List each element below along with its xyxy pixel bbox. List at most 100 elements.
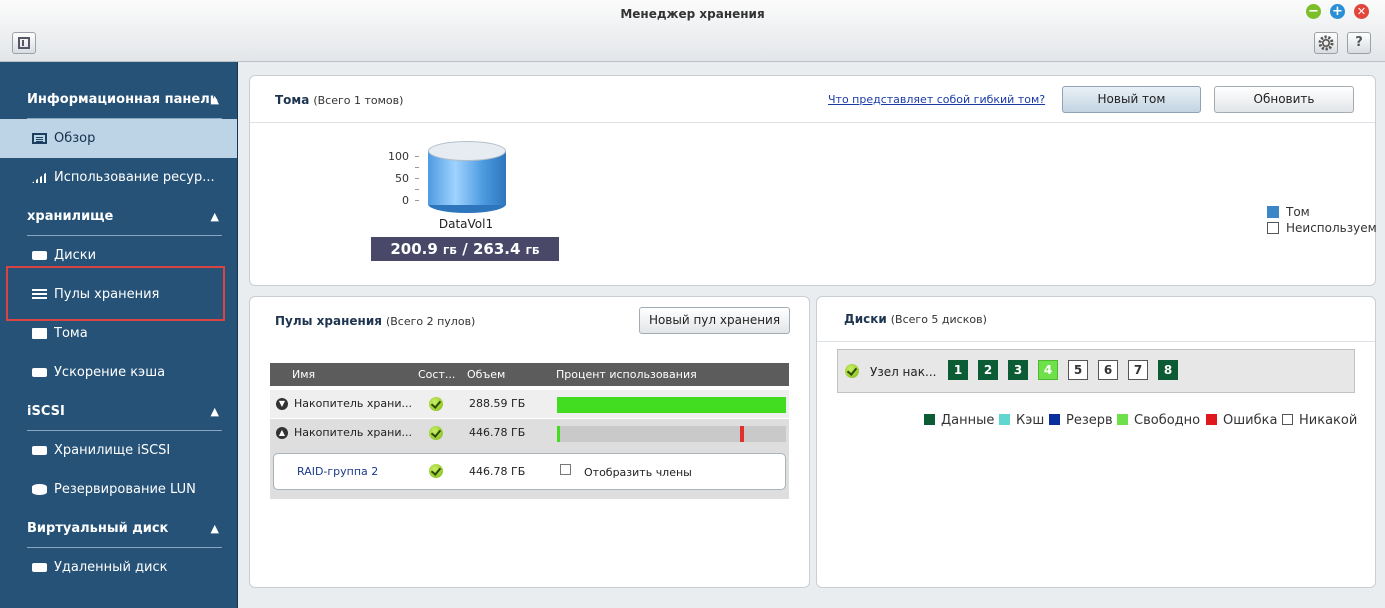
iscsi-storage-icon	[32, 446, 47, 455]
disk-slot-2[interactable]: 2	[978, 360, 998, 380]
axis-tick	[415, 178, 419, 179]
axis-tick-label: 0	[402, 194, 409, 207]
legend-label: Ошибка	[1223, 413, 1278, 428]
sidebar-item-remote-disk[interactable]: Удаленный диск	[0, 548, 237, 587]
disk-slot-1[interactable]: 1	[948, 360, 968, 380]
usage-bar	[557, 426, 786, 442]
volume-cylinder[interactable]	[428, 141, 506, 213]
axis-tick	[415, 167, 419, 168]
sidebar-item-label: Резервирование LUN	[54, 482, 196, 497]
capacity-box: 200.9 ГБ / 263.4 ГБ	[371, 237, 559, 261]
sidebar-item-cache-acceleration[interactable]: Ускорение кэша	[0, 353, 237, 392]
storage-node[interactable]: Узел нак... 12345678	[837, 349, 1355, 393]
maximize-icon[interactable]: +	[1330, 4, 1345, 19]
cache-icon	[32, 368, 47, 377]
disk-slot-5[interactable]: 5	[1068, 360, 1088, 380]
gear-icon	[1318, 35, 1334, 51]
legend-swatch	[1049, 414, 1060, 425]
title-bar: Менеджер хранения − + ✕ ?	[0, 0, 1385, 62]
disks-title: Диски	[844, 312, 887, 326]
sidebar-item-label: Тома	[54, 326, 88, 341]
raid-group-row[interactable]: RAID-группа 2 446.78 ГБ Отобразить члены	[273, 453, 786, 490]
legend-label: Кэш	[1016, 413, 1045, 428]
section-label: Информационная панель	[27, 92, 218, 107]
new-volume-button[interactable]: Новый том	[1062, 86, 1201, 113]
sidebar-item-volumes[interactable]: Тома	[0, 314, 237, 353]
disks-panel: Диски (Всего 5 дисков) Узел нак... 123456…	[816, 296, 1376, 588]
legend-label: Резерв	[1066, 413, 1113, 428]
pools-title: Пулы хранения	[275, 314, 382, 328]
divider	[817, 341, 1375, 342]
disk-slot-4[interactable]: 4	[1038, 360, 1058, 380]
sidebar-item-label: Хранилище iSCSI	[54, 443, 171, 458]
divider	[250, 122, 1375, 123]
axis-tick-label: 50	[395, 172, 409, 185]
legend-swatch-volume	[1267, 206, 1279, 218]
close-icon[interactable]: ✕	[1354, 4, 1369, 19]
help-button[interactable]: ?	[1347, 32, 1371, 54]
column-header-usage[interactable]: Процент использования	[556, 368, 697, 381]
overview-icon	[32, 133, 47, 144]
sidebar-item-overview[interactable]: Обзор	[0, 119, 237, 158]
sidebar-item-label: Удаленный диск	[54, 560, 168, 575]
expand-down-icon[interactable]: ▼	[276, 398, 288, 410]
raid-group-name[interactable]: RAID-группа 2	[297, 465, 378, 478]
panel-title: Тома (Всего 1 томов)	[275, 93, 403, 107]
layout-toggle-button[interactable]	[12, 32, 36, 54]
volumes-panel: Тома (Всего 1 томов) Что представляет соб…	[249, 75, 1376, 286]
sidebar-section-iscsi[interactable]: iSCSI ▲	[27, 392, 222, 431]
sidebar-item-iscsi-storage[interactable]: Хранилище iSCSI	[0, 431, 237, 470]
expand-up-icon[interactable]: ▲	[276, 427, 288, 439]
settings-button[interactable]	[1314, 32, 1338, 54]
minimize-icon[interactable]: −	[1306, 4, 1321, 19]
axis-tick	[415, 156, 419, 157]
column-header-status[interactable]: Сост...	[418, 368, 455, 381]
total-unit: ГБ	[525, 246, 540, 257]
status-ok-icon	[429, 426, 443, 440]
sidebar-section-storage[interactable]: хранилище ▲	[27, 197, 222, 236]
disk-slot-6[interactable]: 6	[1098, 360, 1118, 380]
legend-label: Никакой	[1299, 413, 1358, 428]
status-ok-icon	[845, 364, 859, 378]
legend-swatch	[1282, 414, 1293, 425]
sidebar-item-resource-usage[interactable]: Использование ресур...	[0, 158, 237, 197]
legend-swatch	[999, 414, 1010, 425]
sidebar-section-dashboard[interactable]: Информационная панель ▲	[27, 80, 222, 119]
chart-bars-icon	[32, 172, 47, 183]
pool-size: 446.78 ГБ	[469, 426, 526, 439]
sidebar-section-virtual-disk[interactable]: Виртуальный диск ▲	[27, 509, 222, 548]
panel-title: Диски (Всего 5 дисков)	[844, 312, 987, 326]
sidebar-item-storage-pools[interactable]: Пулы хранения	[0, 275, 237, 314]
volumes-count: (Всего 1 томов)	[313, 94, 404, 107]
sidebar-item-label: Ускорение кэша	[54, 365, 166, 380]
disk-icon	[32, 251, 47, 260]
sidebar-item-lun-backup[interactable]: Резервирование LUN	[0, 470, 237, 509]
sidebar-item-label: Использование ресур...	[54, 170, 214, 185]
legend-label: Данные	[941, 413, 995, 428]
pools-count: (Всего 2 пулов)	[385, 315, 476, 328]
axis-tick	[415, 200, 419, 201]
table-row[interactable]: ▼ Накопитель храни... 288.59 ГБ	[270, 390, 789, 418]
database-icon	[32, 484, 47, 495]
sidebar-item-disks[interactable]: Диски	[0, 236, 237, 275]
usage-fill	[557, 397, 786, 413]
column-header-name[interactable]: Имя	[292, 368, 315, 381]
show-members-checkbox[interactable]	[560, 464, 571, 475]
disk-slot-8[interactable]: 8	[1158, 360, 1178, 380]
legend-swatch	[1117, 414, 1128, 425]
pools-table-header: Имя Сост... Объем Процент использования	[270, 363, 789, 386]
cylinder-top	[428, 141, 506, 161]
used-capacity: 200.9	[390, 240, 438, 258]
pool-name: Накопитель храни...	[294, 397, 412, 410]
axis-tick-label: 100	[388, 150, 409, 163]
flexible-volume-help-link[interactable]: Что представляет собой гибкий том?	[828, 93, 1045, 106]
refresh-button[interactable]: Обновить	[1214, 86, 1354, 113]
window-title: Менеджер хранения	[620, 7, 765, 21]
disk-slot-3[interactable]: 3	[1008, 360, 1028, 380]
new-storage-pool-button[interactable]: Новый пул хранения	[639, 307, 790, 334]
disk-slot-7[interactable]: 7	[1128, 360, 1148, 380]
status-ok-icon	[429, 464, 443, 478]
column-header-size[interactable]: Объем	[467, 368, 505, 381]
section-label: iSCSI	[27, 404, 65, 419]
legend-label-volume: Том	[1286, 205, 1310, 219]
